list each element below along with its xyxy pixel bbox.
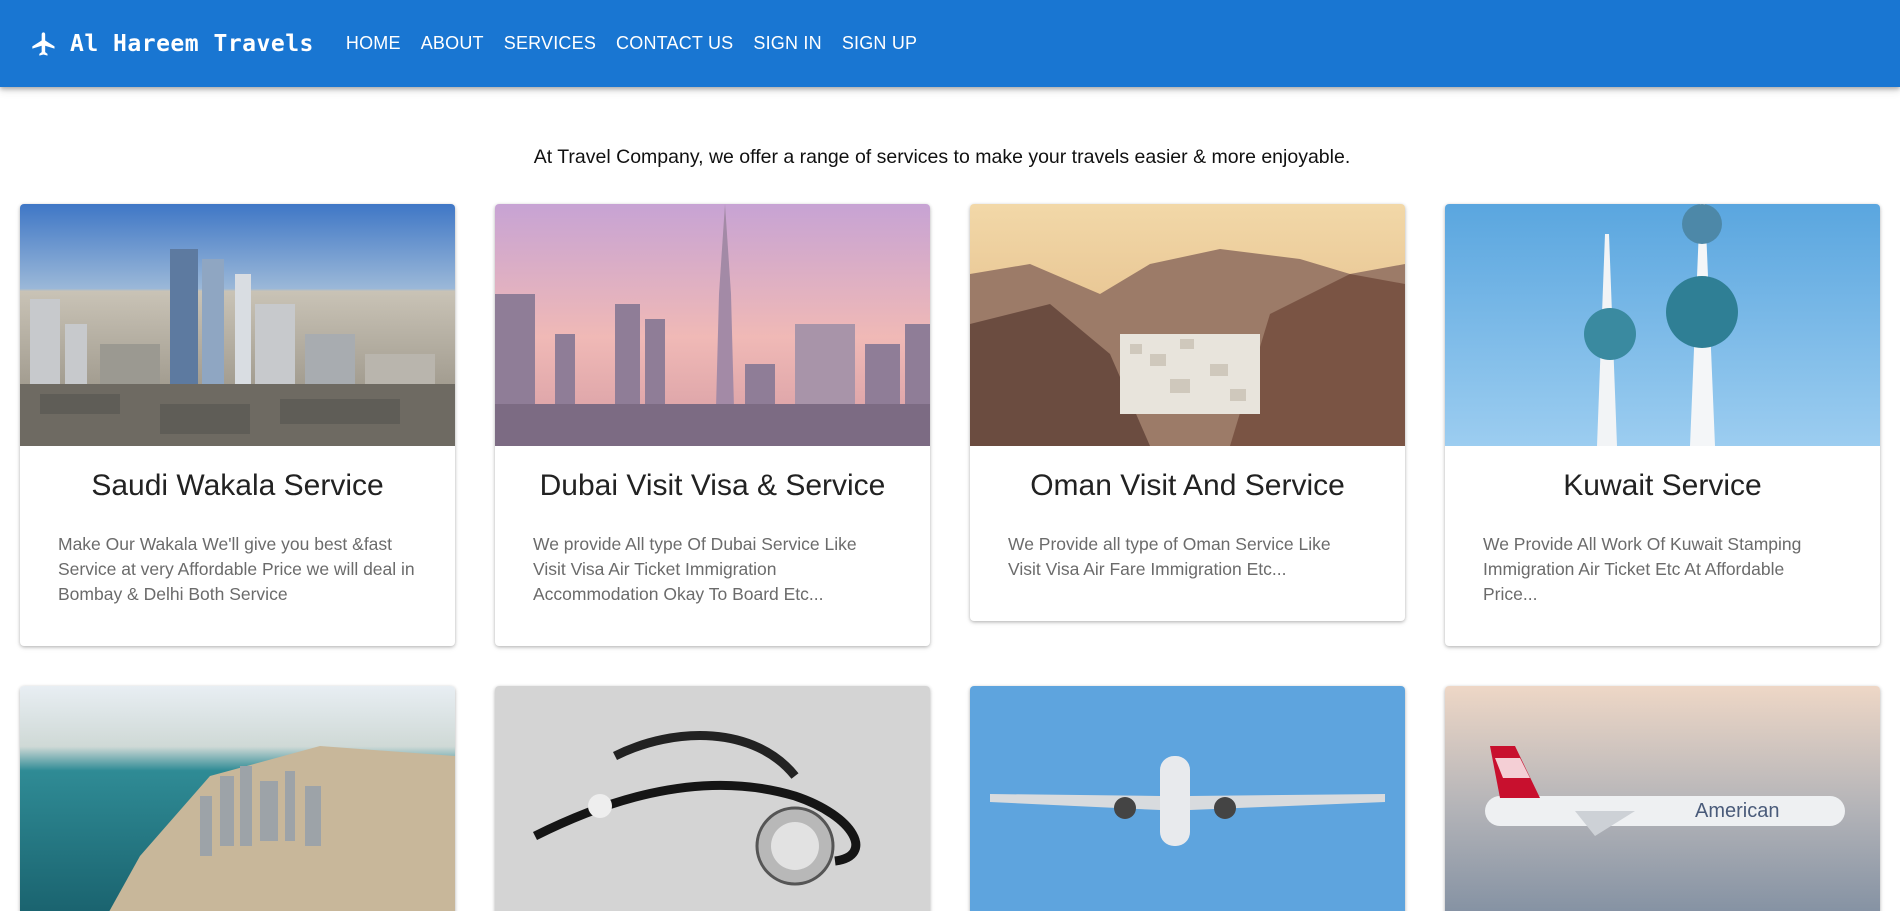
brand-name: Al Hareem Travels — [70, 30, 314, 57]
card-description: We Provide all type of Oman Service Like… — [1008, 534, 1331, 579]
saudi-city-image — [20, 204, 455, 446]
intro-text: At Travel Company, we offer a range of s… — [533, 146, 1351, 168]
stethoscope-image — [495, 686, 930, 911]
services-intro: At Travel Company, we offer a range of s… — [0, 146, 1900, 169]
service-card-kuwait[interactable]: Kuwait Service We Provide All Work Of Ku… — [1445, 204, 1880, 646]
airplane-image — [970, 686, 1405, 911]
card-title: Kuwait Service — [1563, 469, 1762, 502]
top-navbar: Al Hareem Travels HOME ABOUT SERVICES CO… — [0, 0, 1900, 87]
service-card-qatar[interactable] — [20, 686, 455, 911]
nav-signin-link[interactable]: SIGN IN — [753, 33, 821, 54]
nav-services-link[interactable]: SERVICES — [504, 33, 596, 54]
card-description: Make Our Wakala We'll give you best &fas… — [58, 534, 415, 604]
nav-contact-link[interactable]: CONTACT US — [616, 33, 733, 54]
oman-mountains-image — [970, 204, 1405, 446]
brand-logo[interactable]: Al Hareem Travels — [30, 30, 314, 58]
card-title: Oman Visit And Service — [1030, 469, 1345, 502]
card-description: We provide All type Of Dubai Service Lik… — [533, 534, 857, 604]
card-title: Dubai Visit Visa & Service — [539, 469, 886, 502]
nav-signup-link[interactable]: SIGN UP — [842, 33, 917, 54]
service-card-saudi[interactable]: Saudi Wakala Service Make Our Wakala We'… — [20, 204, 455, 646]
dubai-skyline-image — [495, 204, 930, 446]
service-card-dubai[interactable]: Dubai Visit Visa & Service We provide Al… — [495, 204, 930, 646]
nav-home-link[interactable]: HOME — [346, 33, 401, 54]
service-card-medical[interactable] — [495, 686, 930, 911]
nav-menu: HOME ABOUT SERVICES CONTACT US SIGN IN S… — [346, 33, 937, 54]
american-airlines-image: American — [1445, 686, 1880, 911]
card-title: Saudi Wakala Service — [91, 469, 384, 502]
airline-livery-text: American — [1695, 800, 1779, 822]
service-card-oman[interactable]: Oman Visit And Service We Provide all ty… — [970, 204, 1405, 621]
nav-about-link[interactable]: ABOUT — [421, 33, 484, 54]
kuwait-towers-image — [1445, 204, 1880, 446]
coastal-city-image — [20, 686, 455, 911]
service-card-air-ticket[interactable] — [970, 686, 1405, 911]
service-card-airline[interactable]: American — [1445, 686, 1880, 911]
airplane-icon — [32, 31, 55, 56]
card-description: We Provide All Work Of Kuwait Stamping I… — [1483, 534, 1802, 604]
